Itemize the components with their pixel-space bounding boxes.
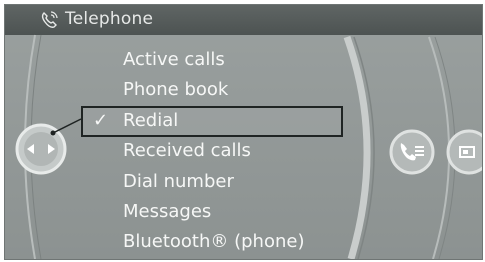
phone-options-icon[interactable] bbox=[389, 129, 435, 175]
menu-item-active-calls[interactable]: Active calls bbox=[123, 45, 225, 75]
menu-item-label: Dial number bbox=[123, 171, 234, 192]
selection-connector bbox=[50, 118, 82, 136]
menu-item-label: Phone book bbox=[123, 79, 229, 100]
checkmark-icon: ✓ bbox=[93, 110, 109, 131]
menu-item-label: Messages bbox=[123, 201, 212, 222]
menu-item-dial-number[interactable]: Dial number bbox=[123, 167, 234, 197]
telephone-screen: Telephone Active calls Phone book ✓ Redi… bbox=[4, 4, 483, 260]
menu-item-messages[interactable]: Messages bbox=[123, 197, 211, 227]
menu-item-label: Bluetooth® (phone) bbox=[123, 231, 305, 252]
menu-item-phone-book[interactable]: Phone book bbox=[123, 75, 228, 105]
media-icon[interactable] bbox=[446, 129, 483, 175]
menu-item-label: Received calls bbox=[123, 140, 251, 161]
menu-item-bluetooth-phone[interactable]: Bluetooth® (phone) bbox=[123, 227, 304, 257]
menu-item-label: Active calls bbox=[123, 49, 225, 70]
menu-item-label: Redial bbox=[123, 110, 179, 131]
menu-item-received-calls[interactable]: Received calls bbox=[123, 136, 251, 166]
menu-item-redial[interactable]: ✓ Redial bbox=[81, 106, 343, 137]
